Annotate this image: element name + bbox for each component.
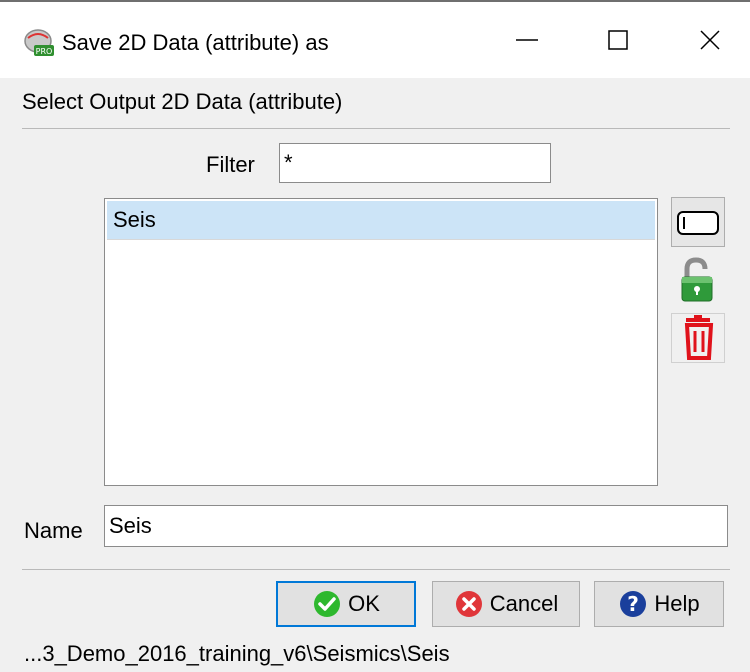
help-label: Help bbox=[654, 591, 700, 616]
cancel-icon bbox=[455, 591, 482, 617]
cancel-button[interactable]: Cancel bbox=[432, 581, 580, 627]
divider bbox=[22, 128, 730, 129]
maximize-button[interactable] bbox=[578, 10, 658, 70]
output-list[interactable]: Seis bbox=[104, 198, 658, 486]
svg-text:PRO: PRO bbox=[36, 47, 53, 56]
rename-button[interactable] bbox=[671, 197, 725, 247]
filter-input[interactable]: * bbox=[279, 143, 551, 183]
status-path: ...3_Demo_2016_training_v6\Seismics\Seis bbox=[24, 641, 450, 666]
close-button[interactable] bbox=[668, 10, 748, 70]
ok-label: OK bbox=[348, 591, 380, 616]
section-heading: Select Output 2D Data (attribute) bbox=[22, 89, 343, 114]
trash-icon bbox=[684, 315, 714, 360]
help-icon: ? bbox=[620, 591, 647, 617]
window-title: Save 2D Data (attribute) as bbox=[62, 30, 329, 55]
save-dialog: PRO Save 2D Data (attribute) as Select O… bbox=[0, 0, 750, 672]
maximize-icon bbox=[608, 30, 628, 50]
minimize-icon bbox=[516, 39, 538, 41]
rename-icon bbox=[677, 211, 719, 235]
close-icon bbox=[700, 30, 720, 50]
svg-text:?: ? bbox=[628, 592, 640, 616]
minimize-button[interactable] bbox=[486, 10, 566, 70]
divider bbox=[22, 569, 730, 570]
lock-button[interactable] bbox=[671, 255, 725, 305]
list-item[interactable]: Seis bbox=[107, 201, 655, 240]
cancel-label: Cancel bbox=[489, 591, 559, 616]
check-icon bbox=[314, 591, 341, 617]
help-button[interactable]: ? Help bbox=[594, 581, 724, 627]
filter-label: Filter bbox=[206, 152, 255, 177]
opendtect-pro-icon: PRO bbox=[22, 28, 56, 58]
title-bar[interactable]: PRO Save 2D Data (attribute) as bbox=[0, 2, 750, 78]
ok-button[interactable]: OK bbox=[276, 581, 416, 627]
name-label: Name bbox=[24, 518, 83, 543]
name-input[interactable]: Seis bbox=[104, 505, 728, 547]
delete-button[interactable] bbox=[671, 313, 725, 363]
unlock-icon bbox=[681, 257, 713, 302]
